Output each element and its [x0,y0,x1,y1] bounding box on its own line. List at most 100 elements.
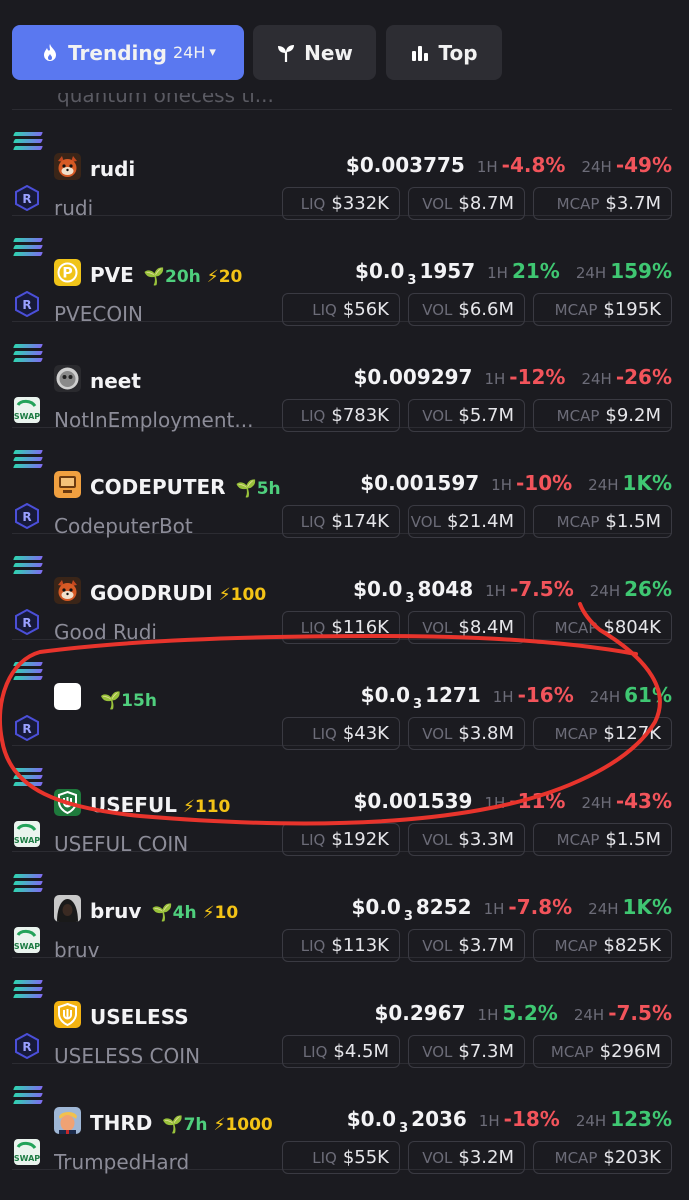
mcap-label: MCAP [556,194,600,213]
tab-new[interactable]: New [253,25,376,80]
token-row[interactable]: bruv 🌱4h ⚡10 SWAP bruv $0.0 3 8252 1H -7.8% 24H 1K%… [12,852,672,962]
price-prefix: $0.0 [353,577,403,601]
market-cap-value: $9.2M [605,405,661,426]
liquidity-value: $56K [342,299,389,320]
price-digits: 2036 [411,1107,467,1131]
token-symbol-line: rudi [90,157,135,181]
liquidity-value: $192K [331,829,389,850]
token-logo-icon [54,683,81,710]
token-row[interactable]: 🌱15h R $0.0 3 1271 1H -16% 24H 61% LIQ $43K VOL $3.8… [12,640,672,750]
h1-label: 1H [491,476,512,494]
price-value: $0.003775 [345,153,465,177]
token-logo-icon [54,1001,81,1028]
solana-chain-icon [13,662,43,684]
boost-badge: ⚡10 [203,903,239,923]
market-cap-value: $127K [603,723,661,744]
mcap-label: MCAP [556,830,600,849]
token-price: $0.001539 [354,789,473,813]
vol-label: VOL [422,1148,453,1167]
price-prefix: $0.0 [355,259,405,283]
liq-label: LIQ [312,724,337,743]
sprout-icon: 🌱 [143,267,165,287]
boost-count: 1000 [225,1115,273,1135]
price-value: $0.009297 [353,365,473,389]
price-zero-count: 3 [413,697,423,712]
partial-row[interactable]: quantum onecess ti... [12,93,672,110]
token-price: $0.0 3 8252 [351,895,471,924]
change-24h: 1K% [622,895,672,919]
dex-icon: R [14,1033,40,1059]
mcap-label: MCAP [554,618,598,637]
liquidity-value: $332K [331,193,389,214]
liq-label: LIQ [300,936,326,955]
h24-label: 24H [575,264,607,282]
volume-value: $6.6M [458,299,514,320]
token-row[interactable]: USELESS R USELESS COIN $0.2967 1H 5.2% 24H -7.5… [12,958,672,1068]
solana-chain-icon [13,768,43,790]
h24-label: 24H [575,1112,607,1130]
liq-label: LIQ [312,1148,337,1167]
token-logo-icon [54,471,81,498]
token-logo-icon [54,1107,81,1134]
dex-icon: SWAP [14,927,40,953]
h24-label: 24H [588,476,619,494]
change-1h: -4.8% [501,153,566,177]
tab-top[interactable]: Top [386,25,502,80]
solana-chain-icon [13,132,43,154]
svg-text:R: R [22,298,31,312]
price-line: $0.003775 1H -4.8% 24H -49% [346,153,672,183]
lightning-icon: ⚡ [218,585,231,605]
change-1h: -10% [516,471,573,495]
price-line: $0.0 3 1271 1H -16% 24H 61% [361,683,672,713]
h1-label: 1H [487,264,508,282]
dex-icon: R [14,503,40,529]
svg-text:SWAP: SWAP [14,1154,40,1163]
market-cap-value: $1.5M [605,511,661,532]
token-name: TrumpedHard [54,1150,190,1174]
token-logo-icon [54,365,81,392]
market-cap-value: $296M [599,1041,661,1062]
token-symbol-line: CODEPUTER 🌱5h [90,475,281,499]
liq-label: LIQ [302,1042,328,1061]
filter-bar: Trending 24H ▾ New Top [0,0,689,93]
solana-chain-icon [13,874,43,896]
solana-chain-icon [13,980,43,1002]
dex-icon: R [14,291,40,317]
change-1h: 21% [511,259,560,283]
sprout-icon [276,43,296,63]
volume-value: $3.7M [458,935,514,956]
token-symbol-line: USELESS [90,1005,189,1029]
market-cap-value: $3.7M [605,193,661,214]
token-age-badge: 🌱5h [236,479,281,499]
volume-value: $3.3M [458,829,514,850]
token-row[interactable]: THRD 🌱7h ⚡1000 SWAP TrumpedHard $0.0 3 2036 1H -1… [12,1064,672,1174]
price-zero-count: 3 [405,591,415,606]
market-cap-chip[interactable]: MCAP $203K [533,1141,672,1174]
volume-value: $8.4M [458,617,514,638]
token-symbol: bruv [90,899,142,923]
token-age-badge: 🌱15h [100,691,157,711]
volume-value: $7.3M [458,1041,514,1062]
vol-label: VOL [422,406,453,425]
token-symbol-line: THRD 🌱7h ⚡1000 [90,1111,273,1135]
token-row[interactable]: GOODRUDI ⚡100 R Good Rudi $0.0 3 8048 1H -7.5% 24… [12,534,672,644]
token-row[interactable]: neet SWAP NotInEmployment... $0.009297 1H -12… [12,322,672,432]
flame-icon [40,43,60,63]
h24-label: 24H [581,370,612,388]
liquidity-chip[interactable]: LIQ $55K [282,1141,400,1174]
volume-chip[interactable]: VOL $3.2M [408,1141,525,1174]
tab-trending[interactable]: Trending 24H ▾ [12,25,244,80]
market-cap-value: $825K [603,935,661,956]
partial-row-text: quantum onecess ti... [57,93,274,107]
token-age: 5h [256,479,281,499]
svg-text:R: R [22,722,31,736]
price-value: $0.001539 [353,789,473,813]
token-row[interactable]: CODEPUTER 🌱5h R CodeputerBot $0.001597 1H -10%… [12,428,672,538]
timeframe-label: 24H [172,43,206,62]
price-line: $0.001597 1H -10% 24H 1K% [360,471,672,501]
token-row[interactable]: USEFUL ⚡110 SWAP USEFUL COIN $0.001539 1H -11%… [12,746,672,856]
token-row[interactable]: P PVE 🌱20h ⚡20 R PVECOIN $0.0 3 1957 1H 21% 24H 159%… [12,216,672,326]
market-cap-value: $203K [603,1147,661,1168]
lightning-icon: ⚡ [202,903,215,923]
token-row[interactable]: rudi Rrudi $0.003775 1H -4.8% 24H -49% LIQ $332K… [12,110,672,220]
